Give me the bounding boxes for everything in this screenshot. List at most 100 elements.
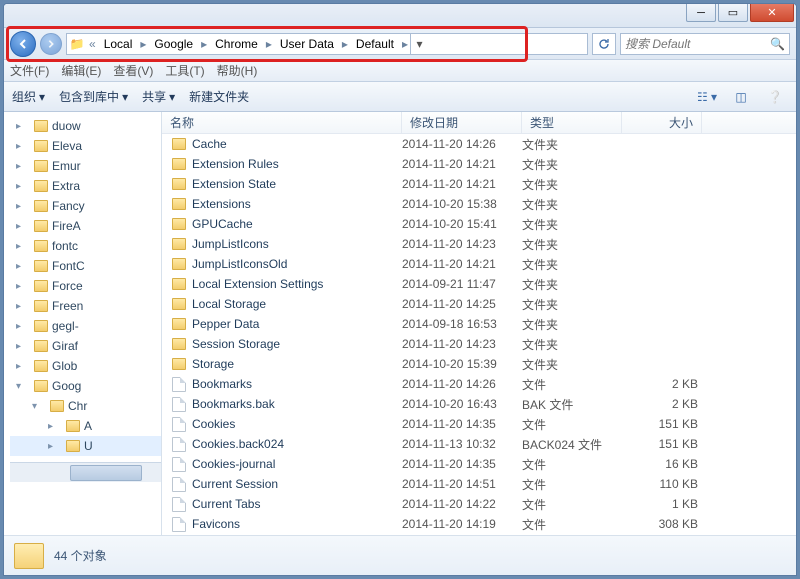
list-item[interactable]: Extensions 2014-10-20 15:38 文件夹 xyxy=(162,194,796,214)
folder-icon xyxy=(172,198,186,210)
list-item[interactable]: Current Session 2014-11-20 14:51 文件 110 … xyxy=(162,474,796,494)
tree-node[interactable]: ▸ fontc xyxy=(10,236,161,256)
menu-item[interactable]: 工具(T) xyxy=(165,62,204,79)
expand-icon[interactable]: ▸ xyxy=(16,121,26,132)
list-item[interactable]: Cookies.back024 2014-11-13 10:32 BACK024… xyxy=(162,434,796,454)
file-icon xyxy=(172,477,186,492)
list-item[interactable]: Favicons 2014-11-20 14:19 文件 308 KB xyxy=(162,514,796,534)
tree-node[interactable]: ▸ FireA xyxy=(10,216,161,236)
breadcrumb-item[interactable]: Chrome xyxy=(209,37,264,51)
search-input[interactable] xyxy=(625,37,766,51)
list-item[interactable]: Extension Rules 2014-11-20 14:21 文件夹 xyxy=(162,154,796,174)
expand-icon[interactable]: ▸ xyxy=(16,281,26,292)
list-item[interactable]: Extension State 2014-11-20 14:21 文件夹 xyxy=(162,174,796,194)
tree-node[interactable]: ▸ duow xyxy=(10,116,161,136)
refresh-button[interactable] xyxy=(592,33,616,55)
list-item[interactable]: Cookies 2014-11-20 14:35 文件 151 KB xyxy=(162,414,796,434)
preview-pane-button[interactable]: ◫ xyxy=(728,86,754,108)
file-icon xyxy=(172,437,186,452)
tree-node[interactable]: ▸ Eleva xyxy=(10,136,161,156)
list-item[interactable]: Session Storage 2014-11-20 14:23 文件夹 xyxy=(162,334,796,354)
menu-item[interactable]: 文件(F) xyxy=(10,62,49,79)
col-type[interactable]: 类型 xyxy=(522,112,622,133)
breadcrumb-item[interactable]: User Data xyxy=(274,37,340,51)
list-item[interactable]: Local Storage 2014-11-20 14:25 文件夹 xyxy=(162,294,796,314)
menu-item[interactable]: 查看(V) xyxy=(113,62,153,79)
list-item[interactable]: Bookmarks 2014-11-20 14:26 文件 2 KB xyxy=(162,374,796,394)
expand-icon[interactable]: ▸ xyxy=(16,161,26,172)
expand-icon[interactable]: ▾ xyxy=(32,401,42,412)
tree-node[interactable]: ▸ U xyxy=(10,436,161,456)
list-item[interactable]: JumpListIcons 2014-11-20 14:23 文件夹 xyxy=(162,234,796,254)
expand-icon[interactable]: ▸ xyxy=(16,241,26,252)
list-item[interactable]: Local Extension Settings 2014-09-21 11:4… xyxy=(162,274,796,294)
menu-item[interactable]: 编辑(E) xyxy=(61,62,101,79)
tree-node[interactable]: ▾ Chr xyxy=(10,396,161,416)
tree-node[interactable]: ▸ Extra xyxy=(10,176,161,196)
file-icon xyxy=(172,517,186,532)
minimize-button[interactable]: ─ xyxy=(686,4,716,22)
expand-icon[interactable]: ▸ xyxy=(16,221,26,232)
list-item[interactable]: Storage 2014-10-20 15:39 文件夹 xyxy=(162,354,796,374)
expand-icon[interactable]: ▸ xyxy=(16,201,26,212)
help-button[interactable]: ❔ xyxy=(762,86,788,108)
tree-node[interactable]: ▸ Fancy xyxy=(10,196,161,216)
list-item[interactable]: GPUCache 2014-10-20 15:41 文件夹 xyxy=(162,214,796,234)
tree-scrollbar[interactable] xyxy=(10,462,161,482)
file-size: 16 KB xyxy=(622,457,698,471)
file-name: Local Storage xyxy=(192,297,266,311)
search-box[interactable]: 🔍 xyxy=(620,33,790,55)
file-date: 2014-10-20 16:43 xyxy=(402,397,522,411)
share-button[interactable]: 共享 ▾ xyxy=(142,88,175,105)
tree-node[interactable]: ▸ Giraf xyxy=(10,336,161,356)
path-dropdown[interactable]: ▾ xyxy=(410,34,428,54)
view-button[interactable]: ☷ ▾ xyxy=(694,86,720,108)
breadcrumb-item[interactable]: Local xyxy=(98,37,139,51)
maximize-button[interactable]: ▭ xyxy=(718,4,748,22)
expand-icon[interactable]: ▸ xyxy=(16,181,26,192)
include-in-library-button[interactable]: 包含到库中 ▾ xyxy=(59,88,128,105)
new-folder-button[interactable]: 新建文件夹 xyxy=(189,88,249,105)
expand-icon[interactable]: ▸ xyxy=(16,261,26,272)
tree-node[interactable]: ▸ Freen xyxy=(10,296,161,316)
tree-node[interactable]: ▾ Goog xyxy=(10,376,161,396)
organize-button[interactable]: 组织 ▾ xyxy=(12,88,45,105)
file-rows[interactable]: Cache 2014-11-20 14:26 文件夹 Extension Rul… xyxy=(162,134,796,535)
expand-icon[interactable]: ▸ xyxy=(48,421,58,432)
menu-item[interactable]: 帮助(H) xyxy=(217,62,258,79)
tree-node[interactable]: ▸ A xyxy=(10,416,161,436)
tree-node[interactable]: ▸ gegl- xyxy=(10,316,161,336)
breadcrumb[interactable]: 📁 « Local▸Google▸Chrome▸User Data▸Defaul… xyxy=(66,33,588,55)
file-type: BAK 文件 xyxy=(522,396,622,413)
expand-icon[interactable]: ▸ xyxy=(16,361,26,372)
list-item[interactable]: Pepper Data 2014-09-18 16:53 文件夹 xyxy=(162,314,796,334)
col-size[interactable]: 大小 xyxy=(622,112,702,133)
expand-icon[interactable]: ▸ xyxy=(16,341,26,352)
back-button[interactable] xyxy=(10,31,36,57)
tree-node[interactable]: ▸ FontC xyxy=(10,256,161,276)
list-item[interactable]: Current Tabs 2014-11-20 14:22 文件 1 KB xyxy=(162,494,796,514)
col-name[interactable]: 名称 xyxy=(162,112,402,133)
list-item[interactable]: Cache 2014-11-20 14:26 文件夹 xyxy=(162,134,796,154)
folder-icon xyxy=(34,240,48,252)
file-date: 2014-11-20 14:22 xyxy=(402,497,522,511)
tree-node[interactable]: ▸ Glob xyxy=(10,356,161,376)
tree-node[interactable]: ▸ Emur xyxy=(10,156,161,176)
list-item[interactable]: JumpListIconsOld 2014-11-20 14:21 文件夹 xyxy=(162,254,796,274)
folder-icon xyxy=(34,140,48,152)
expand-icon[interactable]: ▸ xyxy=(16,321,26,332)
list-item[interactable]: Cookies-journal 2014-11-20 14:35 文件 16 K… xyxy=(162,454,796,474)
col-date[interactable]: 修改日期 xyxy=(402,112,522,133)
list-item[interactable]: Bookmarks.bak 2014-10-20 16:43 BAK 文件 2 … xyxy=(162,394,796,414)
expand-icon[interactable]: ▸ xyxy=(48,441,58,452)
breadcrumb-item[interactable]: Google xyxy=(148,37,199,51)
tree-node[interactable]: ▸ Force xyxy=(10,276,161,296)
expand-icon[interactable]: ▾ xyxy=(16,381,26,392)
forward-button[interactable] xyxy=(40,33,62,55)
expand-icon[interactable]: ▸ xyxy=(16,301,26,312)
close-button[interactable]: ✕ xyxy=(750,4,794,22)
breadcrumb-item[interactable]: Default xyxy=(350,37,400,51)
folder-icon xyxy=(34,360,48,372)
expand-icon[interactable]: ▸ xyxy=(16,141,26,152)
navigation-tree[interactable]: ▸ duow ▸ Eleva ▸ Emur ▸ Extra ▸ Fancy ▸ … xyxy=(4,112,162,535)
